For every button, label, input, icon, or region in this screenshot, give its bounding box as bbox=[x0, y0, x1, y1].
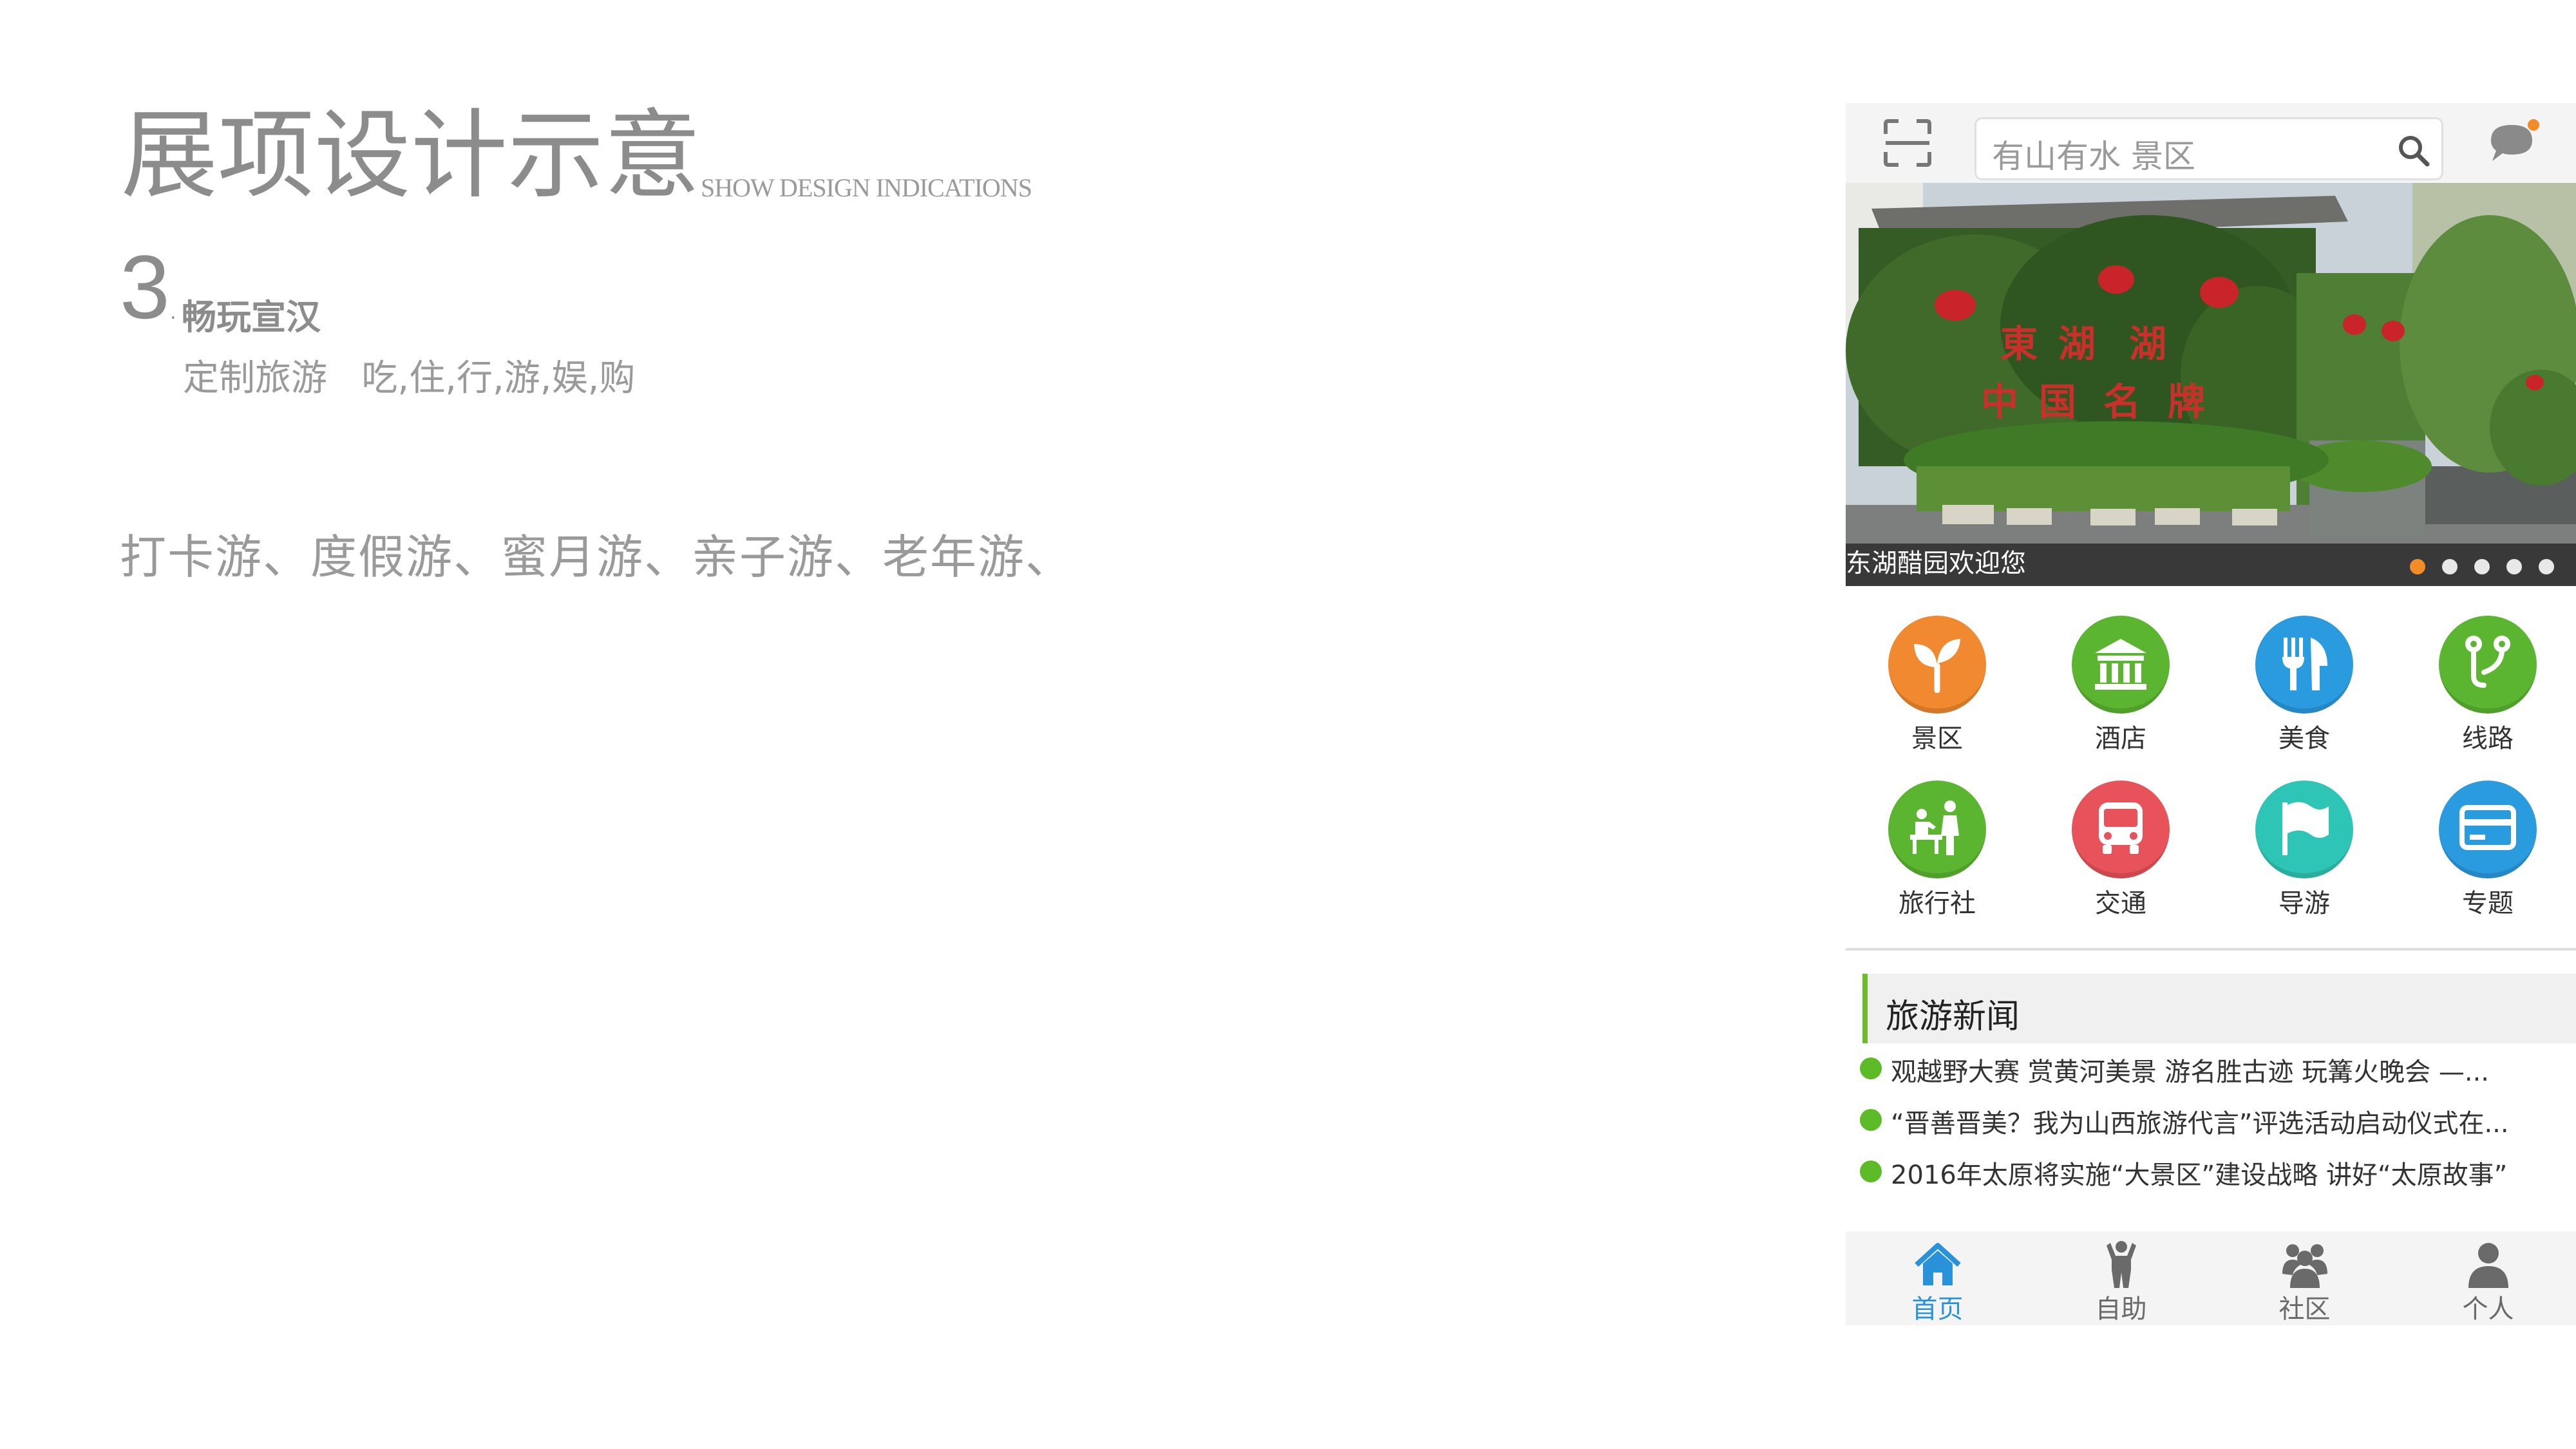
category-label: 美食 bbox=[2278, 724, 2330, 753]
scan-icon[interactable] bbox=[1882, 117, 1933, 169]
category-label: 景区 bbox=[1911, 724, 1963, 753]
category-icon-circle bbox=[2439, 781, 2537, 878]
svg-text:湖: 湖 bbox=[2129, 322, 2166, 366]
svg-text:名: 名 bbox=[2103, 380, 2141, 424]
carousel-dot[interactable] bbox=[2506, 559, 2522, 574]
news-item[interactable]: 观越野大赛 赏黄河美景 游名胜古迹 玩篝火晚会 —... bbox=[1891, 1051, 2554, 1090]
bus-icon bbox=[2099, 802, 2143, 854]
svg-text:中: 中 bbox=[1981, 380, 2018, 424]
section-divider bbox=[1846, 948, 2576, 951]
card-icon bbox=[2459, 805, 2516, 850]
category-icon-circle bbox=[2255, 616, 2353, 714]
cutlery-icon bbox=[2282, 638, 2327, 690]
svg-text:東: 東 bbox=[2000, 322, 2038, 366]
category-label: 酒店 bbox=[2095, 724, 2146, 753]
message-icon[interactable] bbox=[2486, 117, 2541, 169]
news-bullet-icon bbox=[1860, 1109, 1882, 1131]
category-bus[interactable]: 交通 bbox=[2043, 781, 2198, 935]
svg-text:牌: 牌 bbox=[2168, 380, 2205, 424]
nav-item-community[interactable]: 社区 bbox=[2213, 1231, 2396, 1325]
search-placeholder: 有山有水 景区 bbox=[1992, 138, 2195, 175]
carousel-dot[interactable] bbox=[2442, 559, 2458, 574]
building-icon bbox=[2095, 639, 2146, 690]
route-icon bbox=[2465, 636, 2510, 688]
category-route[interactable]: 线路 bbox=[2410, 616, 2565, 770]
flag-icon bbox=[2282, 802, 2329, 855]
section-description: 定制旅游 吃,住,行,游,娱,购 bbox=[183, 357, 636, 399]
slide-subtitle: SHOW DESIGN INDICATIONS bbox=[701, 173, 1032, 202]
slide-title: 展项设计示意 bbox=[121, 100, 701, 212]
category-icon-circle bbox=[1888, 781, 1986, 878]
category-label: 交通 bbox=[2095, 889, 2146, 918]
news-header-title: 旅游新闻 bbox=[1886, 998, 2020, 1036]
nav-item-self-service[interactable]: 自助 bbox=[2029, 1231, 2213, 1325]
category-icon-circle bbox=[2255, 781, 2353, 878]
phone-app-mockup: 有山有水 景区 東 湖 湖 中 国 名 牌 东湖醋园欢迎您 景区 酒店 美食 线… bbox=[1846, 103, 2576, 1325]
bottom-nav: 首页 自助 社区 个人 bbox=[1846, 1231, 2576, 1325]
svg-text:湖: 湖 bbox=[2058, 322, 2096, 366]
news-bullet-icon bbox=[1860, 1160, 1882, 1182]
nav-label: 自助 bbox=[2095, 1294, 2147, 1324]
community-icon bbox=[2282, 1244, 2327, 1288]
category-building[interactable]: 酒店 bbox=[2043, 616, 2198, 770]
category-label: 旅行社 bbox=[1899, 889, 1976, 918]
category-cutlery[interactable]: 美食 bbox=[2227, 616, 2382, 770]
tour-types-text: 打卡游、度假游、蜜月游、亲子游、老年游、 bbox=[120, 530, 1074, 584]
category-label: 导游 bbox=[2278, 889, 2330, 918]
section-title: 畅玩宣汉 bbox=[182, 297, 321, 337]
category-label: 专题 bbox=[2462, 889, 2514, 918]
news-bullet-icon bbox=[1860, 1057, 1882, 1079]
banner-caption: 东湖醋园欢迎您 bbox=[1846, 549, 2026, 578]
carousel-dot[interactable] bbox=[2410, 559, 2425, 574]
home-icon bbox=[1915, 1243, 1961, 1285]
travel-agency-icon bbox=[1910, 800, 1959, 855]
nav-label: 个人 bbox=[2462, 1294, 2514, 1324]
search-input[interactable]: 有山有水 景区 bbox=[1975, 117, 2443, 180]
category-card[interactable]: 专题 bbox=[2410, 781, 2565, 935]
banner-photo: 東 湖 湖 中 国 名 牌 bbox=[1846, 183, 2576, 586]
nav-label: 首页 bbox=[1911, 1294, 1964, 1324]
category-icon-circle bbox=[1888, 616, 1986, 714]
person-icon bbox=[2468, 1243, 2508, 1288]
nav-item-home[interactable]: 首页 bbox=[1846, 1231, 2029, 1325]
sprout-icon bbox=[1914, 639, 1960, 693]
section-number-dot: . bbox=[170, 301, 176, 324]
banner-carousel[interactable]: 東 湖 湖 中 国 名 牌 东湖醋园欢迎您 bbox=[1846, 183, 2576, 586]
app-top-bar: 有山有水 景区 bbox=[1846, 103, 2576, 183]
category-icon-circle bbox=[2439, 616, 2537, 714]
category-flag[interactable]: 导游 bbox=[2227, 781, 2382, 935]
news-section-header: 旅游新闻 bbox=[1862, 974, 2576, 1043]
search-icon[interactable] bbox=[2396, 133, 2431, 168]
category-icon-circle bbox=[2072, 781, 2170, 878]
svg-text:国: 国 bbox=[2039, 380, 2076, 424]
section-number: 3 bbox=[120, 236, 170, 337]
news-item[interactable]: 2016年太原将实施“大景区”建设战略 讲好“太原故事” bbox=[1891, 1154, 2554, 1191]
category-label: 线路 bbox=[2462, 724, 2514, 753]
carousel-dots bbox=[2410, 559, 2554, 574]
nav-label: 社区 bbox=[2278, 1294, 2331, 1324]
category-sprout[interactable]: 景区 bbox=[1860, 616, 2014, 770]
nav-item-person[interactable]: 个人 bbox=[2396, 1231, 2576, 1325]
news-list: 观越野大赛 赏黄河美景 游名胜古迹 玩篝火晚会 —... “晋善晋美？我为山西旅游… bbox=[1846, 1046, 2576, 1191]
self-service-icon bbox=[2107, 1241, 2136, 1288]
news-item[interactable]: “晋善晋美？我为山西旅游代言”评选活动启动仪式在... bbox=[1891, 1103, 2554, 1141]
category-icon-circle bbox=[2072, 616, 2170, 714]
category-travel-agency[interactable]: 旅行社 bbox=[1860, 781, 2014, 935]
carousel-dot[interactable] bbox=[2539, 559, 2554, 574]
carousel-dot[interactable] bbox=[2474, 559, 2490, 574]
